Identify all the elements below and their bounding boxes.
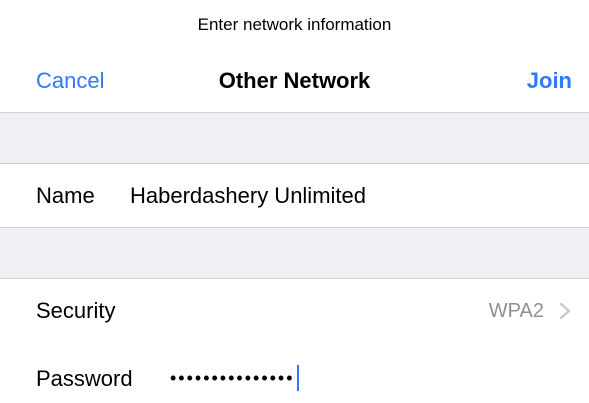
group-spacer <box>0 112 589 164</box>
other-network-screen: Enter network information Cancel Other N… <box>0 0 589 403</box>
text-cursor <box>296 365 299 391</box>
prompt-text: Enter network information <box>197 15 392 34</box>
chevron-right-icon <box>555 301 575 321</box>
join-button[interactable]: Join <box>527 50 572 112</box>
security-label: Security <box>36 298 116 323</box>
password-dots: ••••••••••••••• <box>170 368 295 388</box>
cancel-button[interactable]: Cancel <box>36 50 104 112</box>
password-row[interactable]: Password ••••••••••••••• <box>0 343 589 403</box>
name-field[interactable]: Haberdashery Unlimited <box>130 164 366 227</box>
security-row[interactable]: Security WPA2 <box>0 279 589 343</box>
password-field[interactable]: ••••••••••••••• <box>170 361 299 395</box>
security-value: WPA2 <box>488 300 544 322</box>
navigation-bar: Cancel Other Network Join <box>0 50 589 112</box>
name-label: Name <box>36 183 95 208</box>
name-row[interactable]: Name Haberdashery Unlimited <box>0 164 589 227</box>
password-label: Password <box>36 366 133 391</box>
group-spacer <box>0 227 589 279</box>
